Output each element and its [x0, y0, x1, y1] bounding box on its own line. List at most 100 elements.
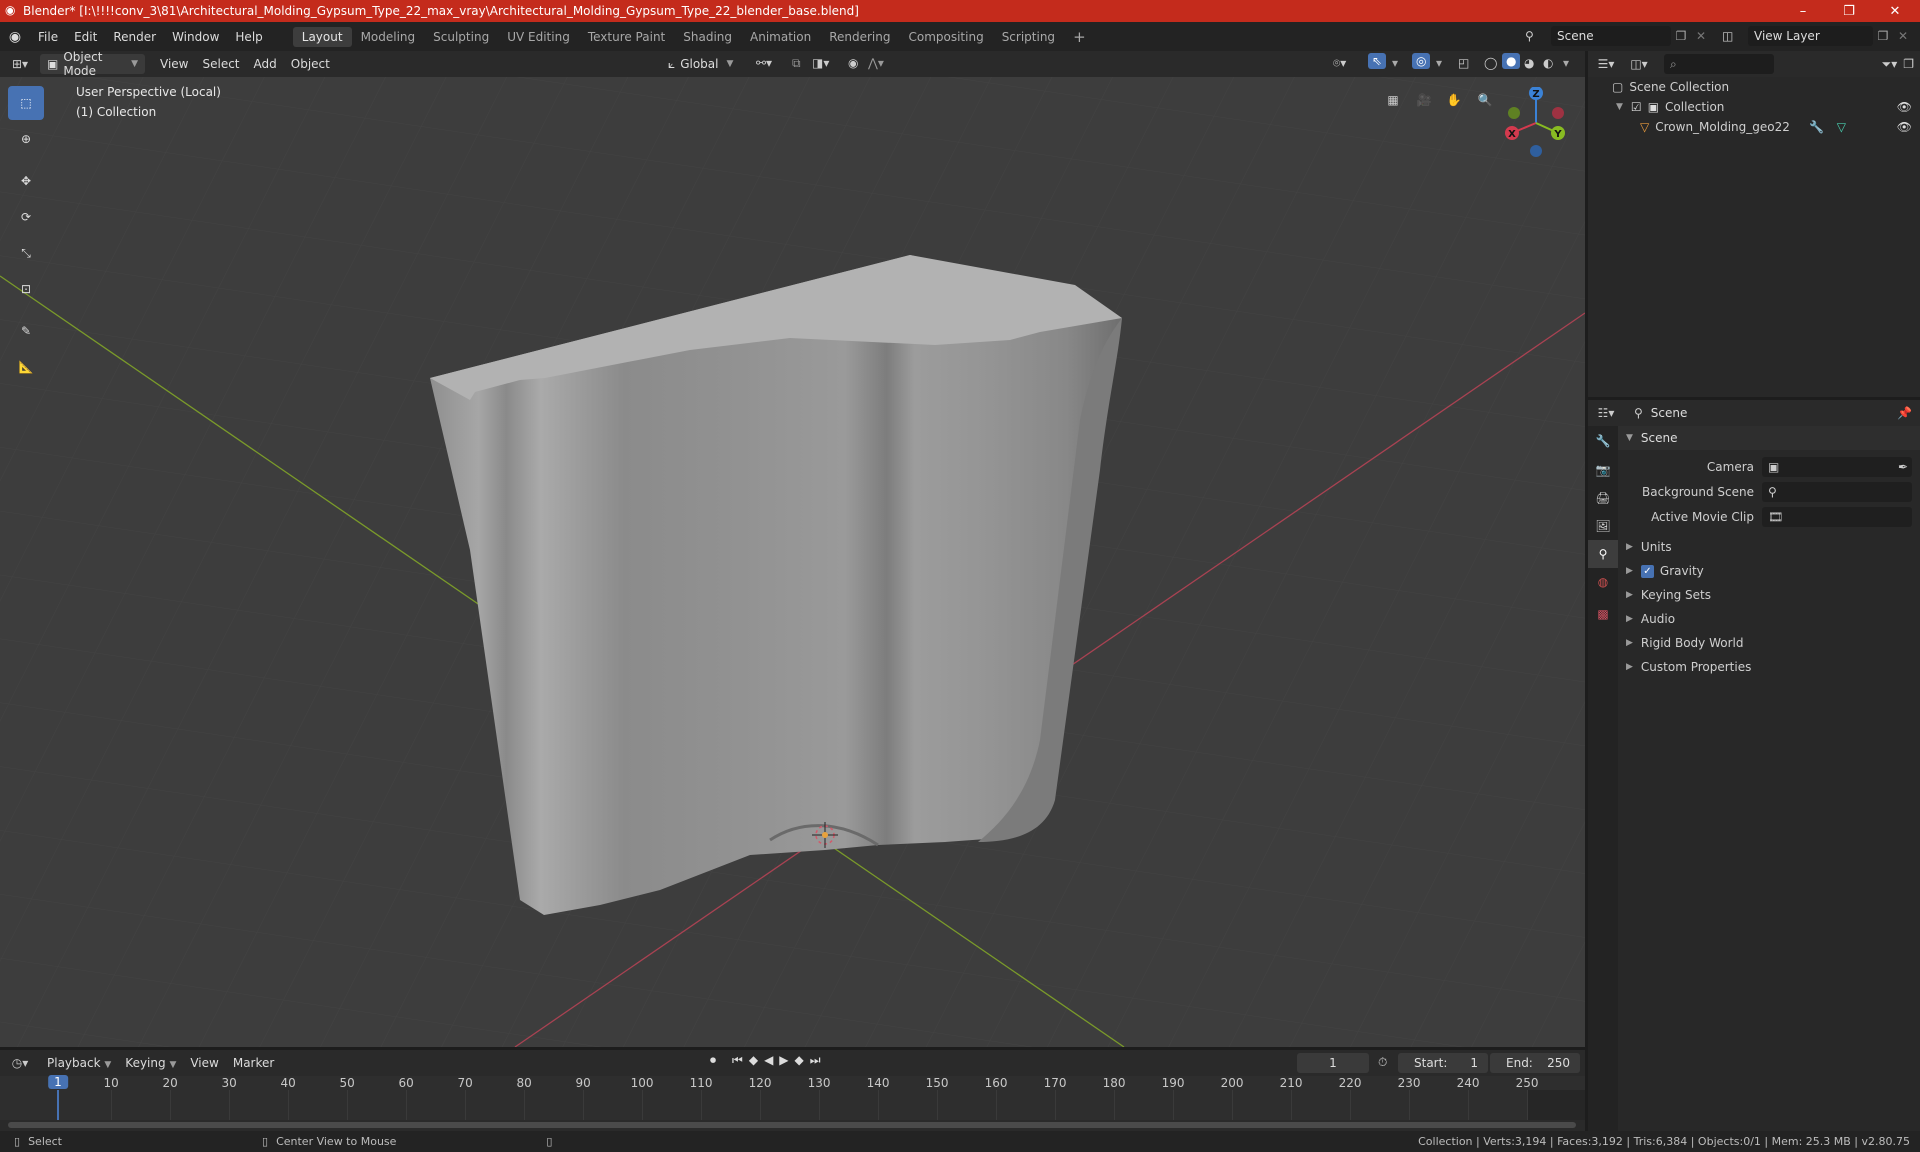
menu-edit[interactable]: Edit	[66, 30, 105, 44]
gizmo-neg-z[interactable]	[1530, 145, 1542, 157]
outliner-scene-collection[interactable]: ▢ Scene Collection	[1588, 77, 1920, 97]
gizmo-toggle-icon[interactable]: ⇖	[1368, 53, 1387, 69]
visibility-icon[interactable]: ⌾▾	[1333, 56, 1346, 71]
tab-scripting[interactable]: Scripting	[993, 27, 1064, 47]
modifier-wrench-icon[interactable]: 🔧	[1809, 120, 1824, 134]
viewport-menu-view[interactable]: View	[153, 57, 195, 71]
record-icon[interactable]: ⏺	[710, 1053, 716, 1068]
new-collection-icon[interactable]: ❐	[1903, 57, 1914, 71]
new-scene-icon[interactable]: ❐	[1671, 29, 1691, 43]
camera-view-icon[interactable]: 🎥	[1411, 87, 1437, 113]
units-panel[interactable]: ▶ Units	[1618, 535, 1920, 559]
rigid-body-world-panel[interactable]: ▶ Rigid Body World	[1618, 631, 1920, 655]
pin-icon[interactable]: 📌	[1897, 406, 1912, 420]
object-mode-dropdown[interactable]: ▣ Object Mode ▼	[40, 50, 145, 78]
timeline-editor-icon[interactable]: ◷▾	[0, 1056, 40, 1070]
gizmo-neg-x[interactable]	[1552, 107, 1564, 119]
close-button[interactable]: ✕	[1872, 0, 1918, 22]
tool-tab-icon[interactable]: 🔧	[1588, 426, 1618, 456]
tab-rendering[interactable]: Rendering	[820, 27, 899, 47]
mesh-data-icon[interactable]: ▽	[1837, 120, 1846, 134]
proportional-edit-icon[interactable]: ◉	[848, 56, 858, 70]
cursor-tool[interactable]: ⊕	[8, 122, 44, 156]
tab-layout[interactable]: Layout	[292, 26, 352, 47]
gizmo-neg-y[interactable]	[1508, 107, 1520, 119]
outliner-search-input[interactable]: ⌕	[1664, 54, 1774, 74]
3d-viewport[interactable]: User Perspective (Local) (1) Collection …	[0, 77, 1585, 1047]
outliner-editor-icon[interactable]: ☰▾	[1588, 57, 1624, 71]
view-layer-icon[interactable]: ◫	[1722, 29, 1748, 43]
scene-selector-icon[interactable]: ⚲	[1525, 29, 1551, 43]
snap-icon[interactable]: ⧉	[792, 56, 801, 71]
shading-dropdown-icon[interactable]: ▾	[1563, 56, 1569, 70]
tab-uv-editing[interactable]: UV Editing	[498, 27, 579, 47]
orientation-dropdown[interactable]: ⟀ Global ▼	[668, 54, 733, 74]
camera-field[interactable]: ▣ ✒	[1762, 456, 1912, 477]
view-layer-tab-icon[interactable]: 🖼	[1588, 512, 1618, 540]
new-view-layer-icon[interactable]: ❐	[1873, 29, 1893, 43]
toggle-ortho-icon[interactable]: ▦	[1380, 87, 1406, 113]
zoom-view-icon[interactable]: 🔍	[1472, 87, 1498, 113]
tab-sculpting[interactable]: Sculpting	[424, 27, 498, 47]
measure-tool[interactable]: 📐	[8, 350, 44, 384]
navigation-gizmo[interactable]: Z X Y	[1500, 87, 1572, 159]
tab-compositing[interactable]: Compositing	[899, 27, 992, 47]
current-frame-field[interactable]: 1	[1297, 1053, 1369, 1073]
display-mode-icon[interactable]: ◫▾	[1624, 57, 1654, 71]
tab-modeling[interactable]: Modeling	[352, 27, 425, 47]
menu-help[interactable]: Help	[227, 30, 270, 44]
audio-panel[interactable]: ▶ Audio	[1618, 607, 1920, 631]
solid-shading-icon[interactable]: ●	[1502, 53, 1521, 69]
pan-view-icon[interactable]: ✋	[1441, 87, 1467, 113]
delete-scene-icon[interactable]: ✕	[1691, 29, 1711, 43]
pivot-point-icon[interactable]: ⚯▾	[756, 56, 772, 70]
playhead-frame-label[interactable]: 1	[48, 1075, 68, 1089]
gravity-checkbox[interactable]: ✓	[1640, 564, 1654, 578]
editor-type-icon[interactable]: ⊞▾	[0, 57, 40, 71]
snap-target-icon[interactable]: ◨▾	[812, 56, 829, 70]
delete-view-layer-icon[interactable]: ✕	[1893, 29, 1913, 43]
tab-texture-paint[interactable]: Texture Paint	[579, 27, 674, 47]
timeline-menu-marker[interactable]: Marker	[226, 1056, 281, 1070]
background-scene-field[interactable]: ⚲	[1762, 481, 1912, 502]
output-tab-icon[interactable]: 🖨	[1588, 484, 1618, 512]
timeline-menu-playback[interactable]: Playback ▼	[40, 1056, 118, 1070]
eye-icon[interactable]: 👁	[1897, 120, 1912, 134]
viewport-menu-select[interactable]: Select	[195, 57, 246, 71]
texture-tab-icon[interactable]: ▩	[1588, 596, 1618, 632]
render-tab-icon[interactable]: 📷	[1588, 456, 1618, 484]
transform-tool[interactable]: ⊡	[8, 272, 44, 306]
world-tab-icon[interactable]: ◍	[1588, 568, 1618, 596]
blender-menu-icon[interactable]: ◉	[0, 29, 30, 45]
viewport-menu-add[interactable]: Add	[247, 57, 284, 71]
eye-icon[interactable]: 👁	[1897, 100, 1912, 114]
scale-tool[interactable]: ⤡	[8, 236, 44, 270]
scene-tab-icon[interactable]: ⚲	[1588, 540, 1618, 568]
expand-arrow-icon[interactable]: ▼	[1616, 102, 1623, 112]
move-tool[interactable]: ✥	[8, 164, 44, 198]
falloff-icon[interactable]: ⋀▾	[868, 56, 884, 70]
jump-start-icon[interactable]: ⏮	[732, 1053, 743, 1068]
viewport-menu-object[interactable]: Object	[284, 57, 337, 71]
add-workspace-button[interactable]: +	[1064, 25, 1095, 49]
eyedropper-icon[interactable]: ✒	[1898, 460, 1908, 474]
exclude-checkbox[interactable]: ☑	[1631, 100, 1642, 114]
minimize-button[interactable]: –	[1780, 0, 1826, 22]
stopwatch-icon[interactable]: ⏱	[1378, 1055, 1387, 1070]
active-movie-clip-field[interactable]: 🎞	[1762, 506, 1912, 527]
overlay-toggle-icon[interactable]: ◎	[1412, 53, 1431, 69]
wireframe-shading-icon[interactable]: ◯	[1484, 56, 1497, 70]
gizmo-dropdown-icon[interactable]: ▾	[1392, 56, 1398, 70]
filter-icon[interactable]: ⏷▾	[1882, 57, 1898, 72]
properties-editor-icon[interactable]: ☷▾	[1588, 406, 1624, 420]
gravity-panel[interactable]: ▶ ✓ Gravity	[1618, 559, 1920, 583]
tab-animation[interactable]: Animation	[741, 27, 820, 47]
tab-shading[interactable]: Shading	[674, 27, 741, 47]
end-frame-field[interactable]: End: 250	[1490, 1053, 1580, 1073]
rendered-shading-icon[interactable]: ◐	[1543, 56, 1553, 70]
timeline-menu-keying[interactable]: Keying ▼	[118, 1056, 183, 1070]
timeline-menu-view[interactable]: View	[183, 1056, 225, 1070]
custom-properties-panel[interactable]: ▶ Custom Properties	[1618, 655, 1920, 679]
timeline-scrollbar[interactable]	[8, 1122, 1576, 1128]
keying-sets-panel[interactable]: ▶ Keying Sets	[1618, 583, 1920, 607]
